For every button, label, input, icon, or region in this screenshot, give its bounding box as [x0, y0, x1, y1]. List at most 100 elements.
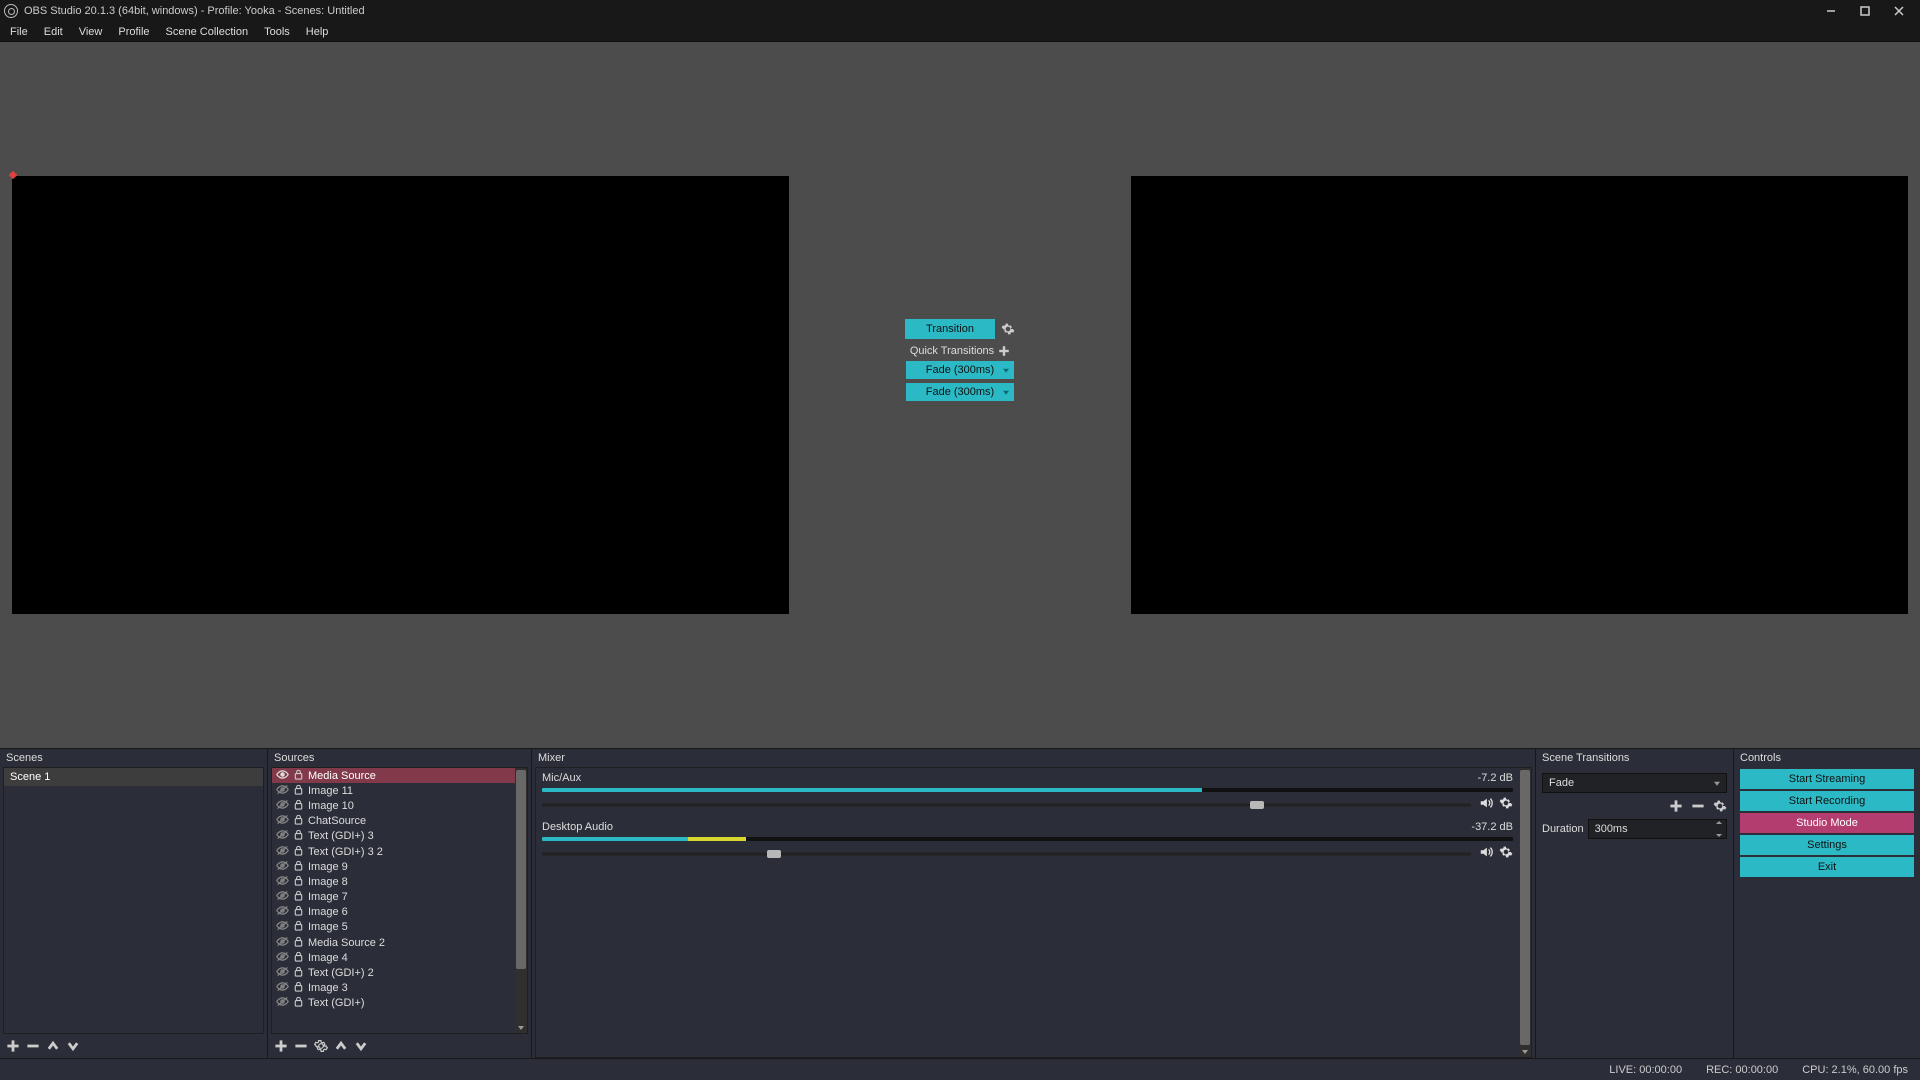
menu-edit[interactable]: Edit — [36, 24, 71, 40]
lock-icon[interactable] — [293, 966, 304, 980]
source-row[interactable]: Image 10 — [272, 798, 515, 813]
visibility-eye-icon[interactable] — [276, 859, 289, 875]
source-row[interactable]: Image 4 — [272, 950, 515, 965]
control-button-studio-mode[interactable]: Studio Mode — [1740, 813, 1914, 833]
add-quick-transition-icon[interactable] — [998, 345, 1010, 357]
source-label: Media Source — [308, 770, 376, 782]
source-row[interactable]: Media Source — [272, 768, 515, 783]
visibility-eye-icon[interactable] — [276, 919, 289, 935]
lock-icon[interactable] — [293, 890, 304, 904]
add-transition-icon[interactable] — [1669, 799, 1683, 813]
visibility-eye-icon[interactable] — [276, 980, 289, 996]
source-row[interactable]: Text (GDI+) 3 2 — [272, 844, 515, 859]
preview-area: Transition Quick Transitions Fade (300ms… — [0, 42, 1920, 748]
lock-icon[interactable] — [293, 845, 304, 859]
menu-scene-collection[interactable]: Scene Collection — [158, 24, 257, 40]
transition-type-dropdown[interactable]: Fade — [1542, 773, 1727, 793]
channel-settings-gear-icon[interactable] — [1499, 796, 1513, 813]
lock-icon[interactable] — [293, 860, 304, 874]
window-minimize-button[interactable] — [1814, 0, 1848, 22]
control-button-settings[interactable]: Settings — [1740, 835, 1914, 855]
source-row[interactable]: Text (GDI+) — [272, 996, 515, 1011]
source-row[interactable]: ChatSource — [272, 814, 515, 829]
duration-spinbox[interactable]: 300ms — [1588, 819, 1727, 839]
lock-icon[interactable] — [293, 784, 304, 798]
visibility-eye-icon[interactable] — [276, 874, 289, 890]
remove-source-icon[interactable] — [294, 1039, 308, 1053]
lock-icon[interactable] — [293, 829, 304, 843]
lock-icon[interactable] — [293, 981, 304, 995]
source-row[interactable]: Image 9 — [272, 859, 515, 874]
visibility-eye-icon[interactable] — [276, 783, 289, 799]
lock-icon[interactable] — [293, 951, 304, 965]
scenes-list[interactable]: Scene 1 — [3, 767, 264, 1034]
visibility-eye-icon[interactable] — [276, 768, 289, 784]
source-row[interactable]: Text (GDI+) 2 — [272, 965, 515, 980]
control-button-exit[interactable]: Exit — [1740, 857, 1914, 877]
mute-speaker-icon[interactable] — [1479, 796, 1493, 813]
lock-icon[interactable] — [293, 769, 304, 783]
add-scene-icon[interactable] — [6, 1039, 20, 1053]
sources-list[interactable]: Media SourceImage 11Image 10ChatSourceTe… — [272, 768, 515, 1033]
menu-file[interactable]: File — [2, 24, 36, 40]
volume-slider[interactable] — [542, 799, 1471, 811]
quick-transition-2[interactable]: Fade (300ms) — [906, 383, 1014, 401]
move-scene-up-icon[interactable] — [46, 1039, 60, 1053]
quick-transition-1[interactable]: Fade (300ms) — [906, 361, 1014, 379]
lock-icon[interactable] — [293, 920, 304, 934]
visibility-eye-icon[interactable] — [276, 935, 289, 951]
scene-row[interactable]: Scene 1 — [4, 768, 263, 787]
visibility-eye-icon[interactable] — [276, 965, 289, 981]
transition-settings-icon[interactable] — [1713, 799, 1727, 813]
source-row[interactable]: Image 3 — [272, 981, 515, 996]
source-row[interactable]: Image 7 — [272, 890, 515, 905]
visibility-eye-icon[interactable] — [276, 889, 289, 905]
mute-speaker-icon[interactable] — [1479, 845, 1493, 862]
lock-icon[interactable] — [293, 936, 304, 950]
source-row[interactable]: Text (GDI+) 3 — [272, 829, 515, 844]
lock-icon[interactable] — [293, 799, 304, 813]
add-source-icon[interactable] — [274, 1039, 288, 1053]
visibility-eye-icon[interactable] — [276, 844, 289, 860]
transition-settings-gear-icon[interactable] — [1001, 322, 1015, 336]
move-source-down-icon[interactable] — [354, 1039, 368, 1053]
lock-icon[interactable] — [293, 814, 304, 828]
source-row[interactable]: Image 6 — [272, 905, 515, 920]
edit-preview-pane[interactable] — [0, 42, 960, 748]
lock-icon[interactable] — [293, 996, 304, 1010]
mixer-dock: Mixer Mic/Aux-7.2 dBDesktop Audio-37.2 d… — [532, 749, 1536, 1058]
control-button-start-recording[interactable]: Start Recording — [1740, 791, 1914, 811]
source-row[interactable]: Image 5 — [272, 920, 515, 935]
move-scene-down-icon[interactable] — [66, 1039, 80, 1053]
visibility-eye-icon[interactable] — [276, 904, 289, 920]
remove-transition-icon[interactable] — [1691, 799, 1705, 813]
remove-scene-icon[interactable] — [26, 1039, 40, 1053]
transition-button[interactable]: Transition — [905, 319, 995, 339]
channel-settings-gear-icon[interactable] — [1499, 845, 1513, 862]
visibility-eye-icon[interactable] — [276, 950, 289, 966]
visibility-eye-icon[interactable] — [276, 995, 289, 1011]
sources-scrollbar[interactable] — [515, 768, 527, 1033]
visibility-eye-icon[interactable] — [276, 798, 289, 814]
lock-icon[interactable] — [293, 905, 304, 919]
menu-tools[interactable]: Tools — [256, 24, 298, 40]
window-maximize-button[interactable] — [1848, 0, 1882, 22]
menu-profile[interactable]: Profile — [110, 24, 157, 40]
visibility-eye-icon[interactable] — [276, 813, 289, 829]
move-source-up-icon[interactable] — [334, 1039, 348, 1053]
control-button-start-streaming[interactable]: Start Streaming — [1740, 769, 1914, 789]
source-label: Image 8 — [308, 876, 348, 888]
volume-slider[interactable] — [542, 848, 1471, 860]
source-row[interactable]: Image 8 — [272, 874, 515, 889]
source-row[interactable]: Image 11 — [272, 783, 515, 798]
edit-canvas[interactable] — [12, 176, 789, 613]
visibility-eye-icon[interactable] — [276, 828, 289, 844]
lock-icon[interactable] — [293, 875, 304, 889]
menu-view[interactable]: View — [71, 24, 111, 40]
sources-dock: Sources Media SourceImage 11Image 10Chat… — [268, 749, 532, 1058]
mixer-scrollbar[interactable] — [1519, 768, 1531, 1057]
window-close-button[interactable] — [1882, 0, 1916, 22]
source-settings-gear-icon[interactable] — [314, 1039, 328, 1053]
source-row[interactable]: Media Source 2 — [272, 935, 515, 950]
menu-help[interactable]: Help — [298, 24, 337, 40]
